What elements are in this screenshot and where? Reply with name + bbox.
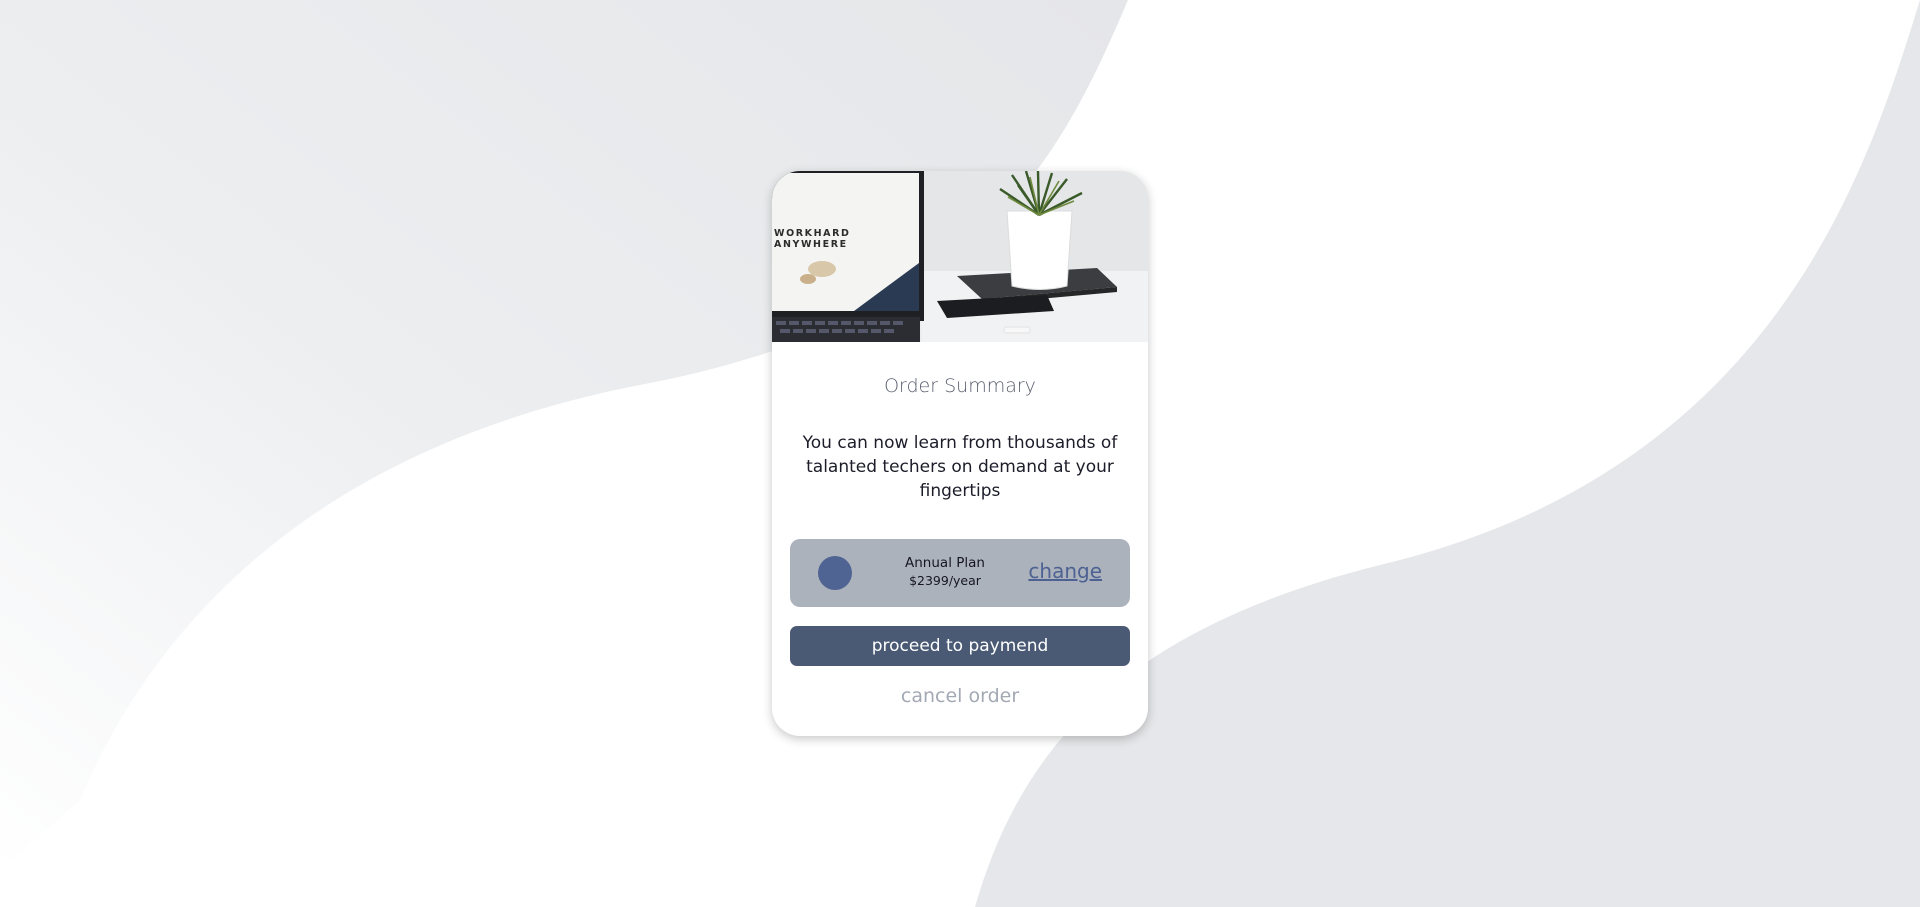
order-summary-title: Order Summary [884, 375, 1036, 397]
hero-image: WORKHARD ANYWHERE [772, 171, 1148, 342]
plan-box: Annual Plan $2399/year change [790, 539, 1130, 607]
plan-circle-icon [818, 556, 852, 590]
plan-name: Annual Plan [905, 555, 985, 571]
cancel-order-link[interactable]: cancel order [772, 685, 1148, 707]
desk-illustration [772, 171, 1148, 342]
hero-screen-text-2: ANYWHERE [774, 239, 848, 250]
hero-screen-text-1: WORKHARD [774, 228, 851, 239]
order-summary-description: You can now learn from thousands of tala… [802, 433, 1118, 501]
plan-price: $2399/year [909, 573, 981, 588]
order-summary-card: WORKHARD ANYWHERE Order Summary You can … [772, 171, 1148, 736]
change-plan-link[interactable]: change [1028, 559, 1102, 583]
proceed-to-payment-button[interactable]: proceed to paymend [790, 626, 1130, 666]
